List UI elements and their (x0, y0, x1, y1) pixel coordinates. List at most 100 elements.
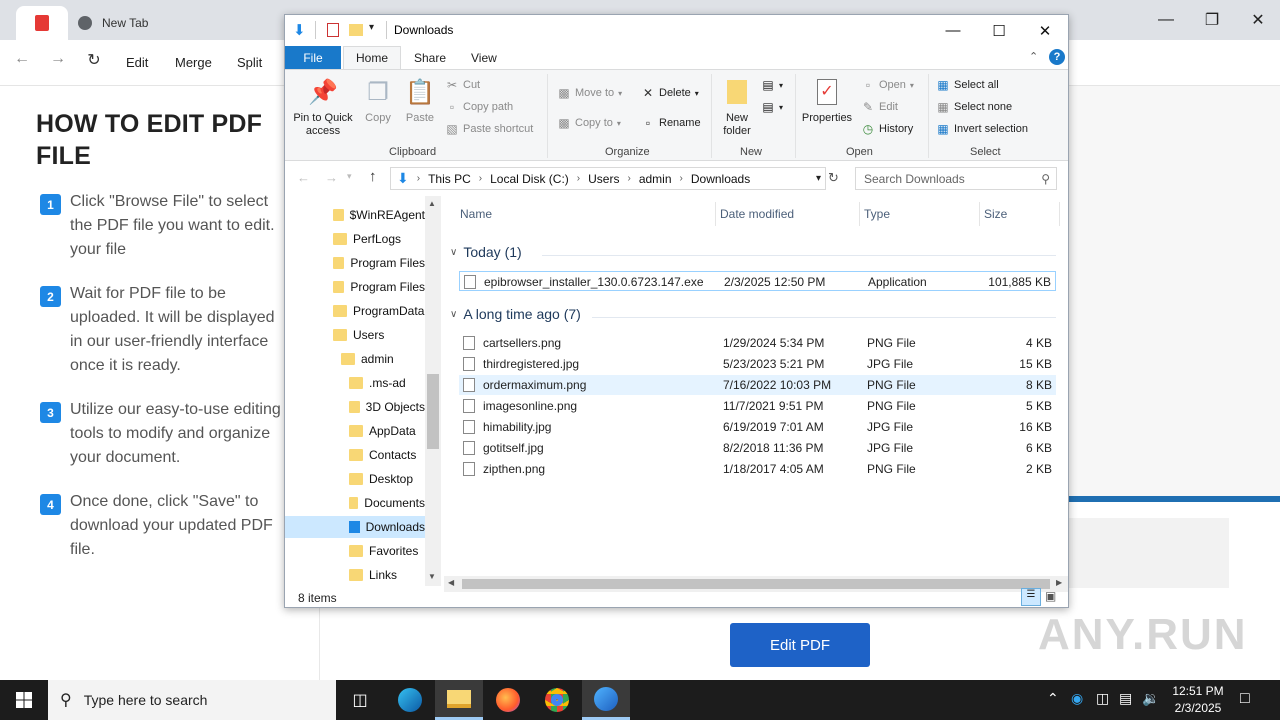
tab-home[interactable]: Home (343, 46, 402, 69)
notifications-icon[interactable]: □ (1240, 690, 1250, 708)
file-row[interactable]: gotitself.jpg 8/2/2018 11:36 PM JPG File 6 … (459, 438, 1056, 458)
taskbar-search-input[interactable]: ⚲ Type here to search (48, 680, 336, 720)
copy-to-button[interactable]: ▩ Copy to ▾ (557, 116, 621, 130)
column-header-name[interactable]: Name (456, 202, 716, 226)
nav-item[interactable]: $WinREAgent (285, 204, 425, 226)
file-group-header[interactable]: ∨ Today (1) (450, 244, 522, 260)
device-icon[interactable]: ◫ (1096, 690, 1109, 707)
file-row[interactable]: zipthen.png 1/18/2017 4:05 AM PNG File 2 KB (459, 459, 1056, 479)
tab-pdf-editor[interactable] (16, 6, 68, 40)
file-row[interactable]: ordermaximum.png 7/16/2022 10:03 PM PNG Fi… (459, 375, 1056, 395)
new-folder-quick-icon[interactable] (349, 24, 363, 36)
taskbar-edge[interactable] (386, 680, 434, 720)
breadcrumb-downloads[interactable]: Downloads (691, 172, 750, 186)
tab-view[interactable]: View (459, 46, 509, 69)
properties-button[interactable]: ✓ Properties (799, 76, 855, 125)
nav-item[interactable]: PerfLogs (285, 228, 425, 250)
nav-item[interactable]: 3D Objects (285, 396, 425, 418)
copy-button[interactable]: ❐ Copy (361, 76, 395, 125)
menu-merge[interactable]: Merge (175, 55, 212, 70)
search-input[interactable]: Search Downloads ⚲ (855, 167, 1057, 190)
network-icon[interactable]: ▤ (1119, 690, 1132, 707)
nav-scrollbar[interactable]: ▲ ▼ (425, 196, 441, 586)
scroll-down-icon[interactable]: ▼ (428, 572, 436, 581)
nav-item[interactable]: Links (285, 564, 425, 586)
nav-item[interactable]: Program Files (285, 252, 425, 274)
column-header-type[interactable]: Type (860, 202, 980, 226)
back-arrow-icon[interactable]: ← (297, 170, 310, 185)
column-header-date[interactable]: Date modified (716, 202, 860, 226)
forward-arrow-icon[interactable]: → (325, 170, 338, 185)
tab-new-tab[interactable]: New Tab (72, 6, 282, 40)
nav-item[interactable]: Downloads (285, 516, 425, 538)
new-folder-button[interactable]: New folder (717, 76, 757, 138)
browser-minimize-button[interactable]: — (1143, 4, 1189, 36)
column-header-size[interactable]: Size (980, 202, 1060, 226)
chevron-down-icon[interactable]: ▾ (816, 173, 821, 184)
file-row[interactable]: thirdregistered.jpg 5/23/2023 5:21 PM JPG … (459, 354, 1056, 374)
reload-icon[interactable]: ↻ (82, 50, 106, 70)
volume-icon[interactable]: 🔉 (1142, 690, 1159, 707)
invert-selection-button[interactable]: ▦ Invert selection (936, 122, 1028, 136)
properties-quick-icon[interactable] (327, 23, 339, 37)
customize-toolbar-icon[interactable]: ▾ (369, 22, 374, 33)
easy-access-button[interactable]: ▤ ▾ (761, 100, 783, 114)
task-view-button[interactable]: ◫ (336, 680, 384, 720)
tab-share[interactable]: Share (402, 46, 458, 69)
paste-shortcut-button[interactable]: ▧ Paste shortcut (445, 122, 533, 136)
nav-item[interactable]: AppData (285, 420, 425, 442)
nav-item[interactable]: ProgramData (285, 300, 425, 322)
taskbar-epibrowser[interactable] (582, 680, 630, 720)
copy-path-button[interactable]: ▫ Copy path (445, 100, 513, 114)
browser-restore-button[interactable]: ❐ (1189, 4, 1235, 36)
nav-item[interactable]: Contacts (285, 444, 425, 466)
file-row[interactable]: epibrowser_installer_130.0.6723.147.exe 2… (459, 271, 1056, 291)
explorer-close-button[interactable]: ✕ (1022, 15, 1068, 46)
file-group-header[interactable]: ∨ A long time ago (7) (450, 306, 581, 322)
nav-item[interactable]: Documents (285, 492, 425, 514)
move-to-button[interactable]: ▩ Move to ▾ (557, 86, 622, 100)
cut-button[interactable]: ✂ Cut (445, 78, 480, 92)
pin-quick-access-button[interactable]: 📌 Pin to Quick access (291, 76, 355, 138)
details-view-icon[interactable]: ☰ (1021, 588, 1041, 606)
help-icon[interactable]: ? (1049, 49, 1065, 65)
paste-button[interactable]: 📋 Paste (403, 76, 437, 125)
collapse-ribbon-icon[interactable]: ⌃ (1029, 50, 1038, 63)
start-button[interactable] (0, 680, 48, 720)
taskbar-clock[interactable]: 12:51 PM 2/3/2025 (1166, 683, 1230, 717)
select-none-button[interactable]: ▦ Select none (936, 100, 1012, 114)
nav-item[interactable]: Users (285, 324, 425, 346)
rename-button[interactable]: ▫ Rename (641, 116, 701, 130)
menu-edit[interactable]: Edit (126, 55, 148, 70)
edit-button[interactable]: ✎ Edit (861, 100, 898, 114)
delete-button[interactable]: ✕ Delete ▾ (641, 86, 699, 100)
open-button[interactable]: ▫ Open ▾ (861, 78, 914, 92)
file-row[interactable]: imagesonline.png 11/7/2021 9:51 PM PNG Fil… (459, 396, 1056, 416)
edge-tray-icon[interactable]: ◉ (1071, 690, 1083, 707)
explorer-maximize-button[interactable]: ☐ (976, 15, 1022, 46)
show-hidden-icons-icon[interactable]: ⌃ (1047, 690, 1059, 707)
nav-item[interactable]: Favorites (285, 540, 425, 562)
file-row[interactable]: himability.jpg 6/19/2019 7:01 AM JPG File 1… (459, 417, 1056, 437)
nav-item[interactable]: admin (285, 348, 425, 370)
address-bar[interactable]: ⬇ › This PC › Local Disk (C:) › Users › … (390, 167, 826, 190)
explorer-minimize-button[interactable]: — (930, 15, 976, 46)
large-icons-view-icon[interactable]: ▣ (1045, 589, 1056, 603)
nav-item[interactable]: Program Files (285, 276, 425, 298)
tab-file[interactable]: File (285, 46, 341, 69)
recent-locations-icon[interactable]: ▾ (347, 171, 352, 182)
edit-pdf-button[interactable]: Edit PDF (730, 623, 870, 667)
breadcrumb-this-pc[interactable]: This PC (428, 172, 471, 186)
breadcrumb-users[interactable]: Users (588, 172, 619, 186)
taskbar-firefox[interactable] (484, 680, 532, 720)
scroll-up-icon[interactable]: ▲ (428, 199, 436, 208)
scroll-left-icon[interactable]: ◀ (448, 578, 454, 587)
forward-arrow-icon[interactable]: → (46, 50, 70, 68)
taskbar-file-explorer[interactable] (435, 680, 483, 720)
breadcrumb-local-disk[interactable]: Local Disk (C:) (490, 172, 569, 186)
browser-close-button[interactable]: ✕ (1235, 4, 1280, 36)
nav-item[interactable]: Desktop (285, 468, 425, 490)
up-arrow-icon[interactable]: ↑ (369, 168, 377, 185)
back-arrow-icon[interactable]: ← (10, 50, 34, 68)
nav-item[interactable]: .ms-ad (285, 372, 425, 394)
